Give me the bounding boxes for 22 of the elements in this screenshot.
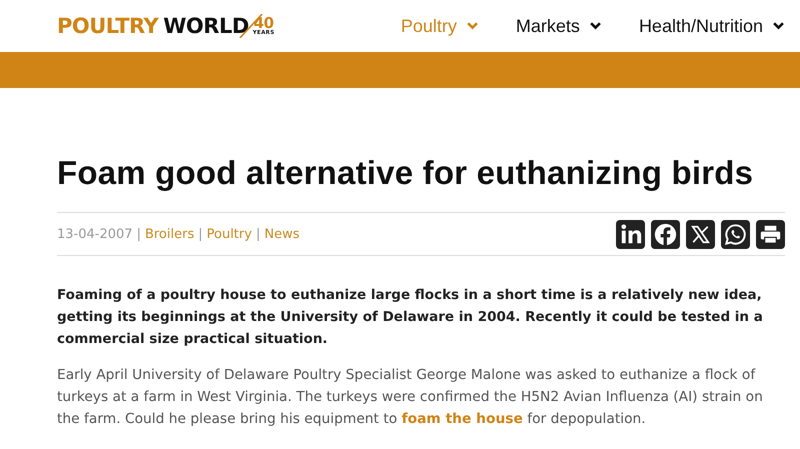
inline-link[interactable]: foam the house	[402, 411, 523, 427]
article-date: 13-04-2007	[57, 226, 133, 242]
nav-menu-item[interactable]: Markets	[516, 16, 601, 36]
category-link[interactable]: Poultry	[206, 226, 252, 242]
linkedin-icon[interactable]	[616, 220, 645, 248]
nav-menu-item[interactable]: Health/Nutrition	[638, 16, 784, 36]
separator: |	[136, 226, 141, 242]
separator: |	[256, 226, 260, 242]
article-paragraph: Early April University of Delaware Poultry Specialist George Malone was asked to euthanize a flock of turkeys at a farm in West Virginia. The turkeys were confirmed the H5N2 Avian Influenza (AI) strain on the farm. Could he please bring his equipment to foam the house for depopulation.	[57, 366, 764, 429]
chevron-down-icon	[590, 22, 601, 30]
article-lead: Foaming of a poultry house to euthanize large flocks in a short time is a relatively new idea, getting its beginnings at the University of Delaware in 2004. Recently it could be tested in a commercial size practical situation.	[57, 286, 764, 349]
x-icon[interactable]	[686, 220, 715, 248]
whatsapp-icon[interactable]	[721, 220, 750, 248]
facebook-icon[interactable]	[651, 220, 680, 248]
category-link[interactable]: News	[264, 226, 300, 242]
article-title: Foam good alternative for euthanizing birds	[57, 154, 754, 192]
chevron-down-icon	[466, 22, 478, 30]
nav-menu-item[interactable]: Poultry	[400, 16, 478, 36]
print-icon[interactable]	[756, 220, 785, 248]
separator: |	[198, 226, 203, 242]
chevron-down-icon	[773, 22, 784, 30]
category-link[interactable]: Broilers	[144, 226, 194, 242]
